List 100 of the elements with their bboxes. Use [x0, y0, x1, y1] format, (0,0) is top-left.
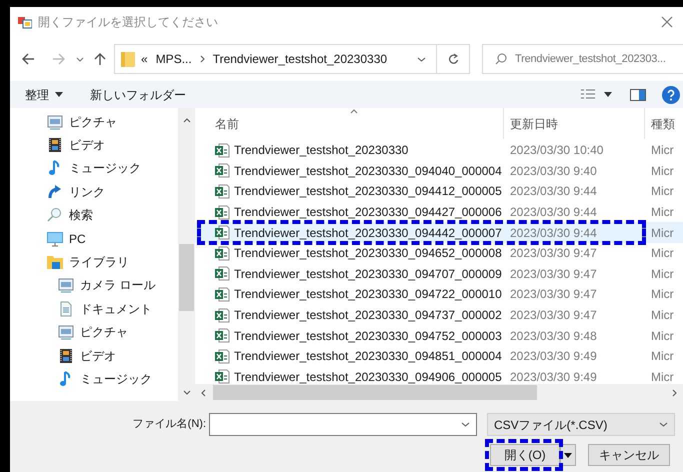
modified-date: 2023/03/30 9:40: [509, 162, 598, 180]
table-cell-text: Micr: [650, 162, 674, 180]
chevron-down-icon: [659, 422, 668, 427]
sidebar-item[interactable]: ビデオ: [10, 133, 178, 157]
scrollbar[interactable]: [178, 108, 195, 401]
modified-date: 2023/03/30 9:48: [509, 328, 598, 345]
spreadsheet-file-icon: [215, 225, 230, 240]
open-button[interactable]: 開く(O): [490, 444, 560, 466]
table-cell-text: Micr: [650, 307, 674, 324]
up-arrow-icon[interactable]: [94, 52, 106, 66]
film-icon: [47, 137, 63, 154]
sidebar-item[interactable]: ライブラリ: [10, 250, 178, 274]
search-icon: [495, 53, 507, 65]
file-name: Trendviewer_testshot_20230330_094722_000010: [234, 286, 503, 304]
file-row[interactable]: Trendviewer_testshot_20230330_094752_000003 2023/03/30 9:48 Micr: [195, 325, 683, 346]
chevron-right-icon[interactable]: [672, 388, 677, 396]
back-arrow-icon[interactable]: [22, 53, 35, 65]
chevron-right-icon[interactable]: [200, 55, 205, 63]
table-cell-text: Micr: [650, 224, 674, 242]
file-name: Trendviewer_testshot_20230330_094427_000006: [234, 204, 503, 222]
sidebar-item[interactable]: ピクチャ: [10, 110, 178, 134]
column-header[interactable]: 更新日時: [504, 108, 645, 139]
modified-date: 2023/03/30 9:47: [509, 245, 598, 262]
chevron-down-icon[interactable]: [461, 422, 470, 427]
file-row[interactable]: Trendviewer_testshot_20230330_094851_000004 2023/03/30 9:49 Micr: [195, 346, 683, 367]
view-options-icon[interactable]: [580, 88, 596, 100]
sidebar-item[interactable]: ドキュメント: [10, 297, 178, 321]
file-name: Trendviewer_testshot_20230330_094707_000009: [234, 266, 503, 283]
scrollbar[interactable]: [195, 384, 683, 401]
folder-icon: [121, 51, 135, 67]
app-icon: [18, 15, 32, 29]
file-name: Trendviewer_testshot_20230330_094906_000005: [234, 368, 503, 386]
file-row[interactable]: Trendviewer_testshot_20230330_094040_000004 2023/03/30 9:40 Micr: [195, 160, 683, 182]
file-name: Trendviewer_testshot_20230330: [234, 142, 410, 160]
modified-date: 2023/03/30 9:44: [509, 183, 598, 200]
table-cell-text: Micr: [650, 266, 674, 283]
filename-label: ファイル名(N):: [132, 417, 206, 432]
caret-icon: [55, 92, 63, 97]
scrollbar-thumb[interactable]: [213, 385, 537, 400]
file-row[interactable]: Trendviewer_testshot_20230330_094737_000002 2023/03/30 9:47 Micr: [195, 304, 683, 326]
preview-pane-icon[interactable]: [630, 88, 646, 100]
spreadsheet-file-icon: [215, 163, 230, 178]
spreadsheet-file-icon: [215, 308, 230, 323]
spreadsheet-file-icon: [215, 369, 230, 384]
new-folder-button[interactable]: 新しいフォルダー: [90, 86, 186, 104]
refresh-icon[interactable]: [448, 53, 458, 65]
sidebar-item[interactable]: PC: [10, 226, 178, 250]
overflow-chevrons[interactable]: «: [141, 50, 148, 68]
library-folder-icon: [47, 254, 63, 270]
chevron-down-icon[interactable]: [417, 56, 426, 62]
breadcrumb[interactable]: Trendviewer_testshot_20230330: [212, 50, 388, 68]
file-row[interactable]: Trendviewer_testshot_20230330 2023/03/30 10:40 Micr: [195, 140, 683, 161]
file-name: Trendviewer_testshot_20230330_094040_000004: [234, 162, 503, 180]
spreadsheet-file-icon: [215, 204, 230, 220]
file-row[interactable]: Trendviewer_testshot_20230330_094707_000009 2023/03/30 9:47 Micr: [195, 264, 683, 284]
picture-icon: [58, 277, 74, 294]
help-icon[interactable]: [662, 86, 680, 104]
table-cell-text: Micr: [650, 328, 674, 345]
file-row[interactable]: Trendviewer_testshot_20230330_094722_000010 2023/03/30 9:47 Micr: [195, 284, 683, 305]
sidebar-item[interactable]: リンク: [10, 180, 178, 204]
filetype-dropdown[interactable]: CSVファイル(*.CSV): [487, 413, 675, 436]
chevron-left-icon[interactable]: [201, 388, 206, 396]
file-row[interactable]: Trendviewer_testshot_20230330_094906_000005 2023/03/30 9:49 Micr: [195, 366, 683, 388]
cancel-button[interactable]: キャンセル: [588, 444, 670, 466]
document-icon: [58, 300, 74, 317]
breadcrumb[interactable]: MPS...: [156, 50, 192, 68]
picture-icon: [47, 114, 63, 130]
sidebar-item[interactable]: ミュージック: [10, 156, 178, 180]
modified-date: 2023/03/30 9:49: [509, 348, 598, 366]
organize-menu[interactable]: 整理: [25, 86, 63, 104]
caret-icon[interactable]: [604, 92, 612, 97]
file-row[interactable]: Trendviewer_testshot_20230330_094652_000008 2023/03/30 9:47 Micr: [195, 242, 683, 264]
sidebar-item[interactable]: ミュージック: [10, 367, 178, 391]
search-field[interactable]: Trendviewer_testshot_202303...: [482, 44, 683, 74]
search-icon: [47, 207, 63, 224]
chevron-down-icon[interactable]: [183, 390, 191, 395]
chevron-up-icon[interactable]: [183, 118, 191, 123]
file-row[interactable]: Trendviewer_testshot_20230330_094412_000005 2023/03/30 9:44 Micr: [195, 181, 683, 202]
close-icon[interactable]: [661, 16, 673, 28]
file-name: Trendviewer_testshot_20230330_094851_000004: [234, 348, 503, 366]
file-row[interactable]: Trendviewer_testshot_20230330_094427_000006 2023/03/30 9:44 Micr: [195, 202, 683, 222]
scrollbar-thumb[interactable]: [179, 244, 194, 311]
spreadsheet-file-icon: [215, 266, 230, 282]
filename-field[interactable]: [209, 413, 477, 436]
table-cell-text: Micr: [650, 368, 674, 386]
sidebar-item[interactable]: ビデオ: [10, 344, 178, 368]
filetype-value: CSVファイル(*.CSV): [494, 416, 608, 434]
sidebar-item[interactable]: ピクチャ: [10, 320, 178, 344]
sidebar-item[interactable]: カメラ ロール: [10, 274, 178, 298]
chevron-down-icon[interactable]: [76, 56, 84, 62]
column-header[interactable]: 名前: [195, 108, 504, 139]
modified-date: 2023/03/30 9:47: [509, 266, 598, 283]
table-cell-text: Micr: [650, 245, 674, 262]
monitor-icon: [47, 230, 63, 247]
table-cell-text: Micr: [650, 142, 674, 160]
sidebar-item[interactable]: 検索: [10, 204, 178, 227]
column-header[interactable]: 種類: [645, 114, 675, 132]
table-cell-text: Micr: [650, 286, 674, 304]
table-cell-text: Micr: [650, 183, 674, 200]
address-bar[interactable]: « MPS... Trendviewer_testshot_20230330: [114, 44, 470, 74]
